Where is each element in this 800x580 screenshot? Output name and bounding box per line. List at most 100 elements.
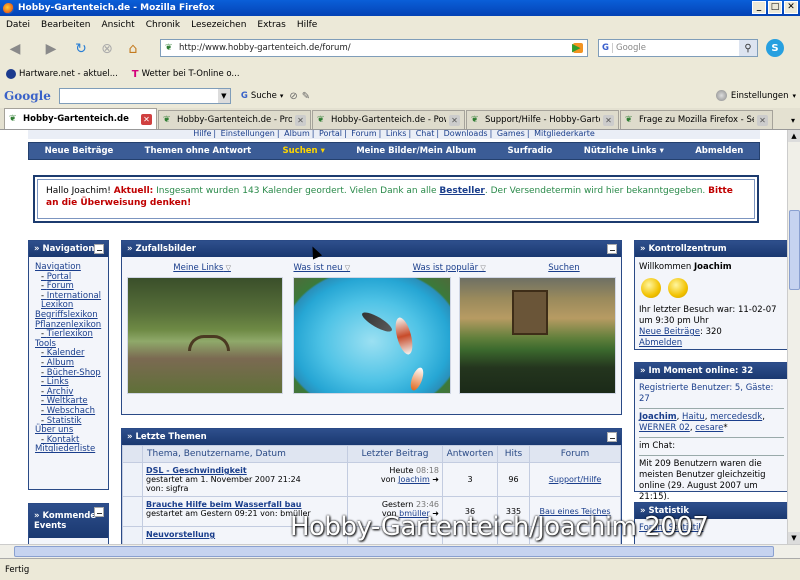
scrollbar-thumb[interactable] — [789, 210, 800, 290]
nav-abmelden[interactable]: Abmelden — [695, 146, 743, 156]
last-post-user-link[interactable]: Joachim — [398, 475, 430, 484]
besteller-link[interactable]: Besteller — [439, 186, 484, 196]
close-tab-icon[interactable]: ✕ — [295, 114, 306, 126]
tab-was-ist-neu[interactable]: Was ist neu — [293, 263, 350, 273]
toplink-chat[interactable]: Chat — [416, 130, 435, 138]
garden-pond-bridge-image[interactable] — [127, 277, 283, 394]
google-settings-button[interactable]: Einstellungen ▾ — [715, 90, 796, 101]
menu-bearbeiten[interactable]: Bearbeiten — [41, 20, 90, 30]
tab-firefox-question[interactable]: ❦ Frage zu Mozilla Firefox - Sei...✕ — [620, 110, 773, 129]
nav-suchen[interactable]: Suchen ▾ — [283, 146, 325, 156]
toolbar-tools-icons[interactable]: ⊘✎ — [289, 91, 314, 102]
back-button[interactable]: ◀ — [4, 38, 26, 60]
close-window-button[interactable]: ✕ — [784, 1, 798, 14]
online-body: Registrierte Benutzer: 5, Gäste: 27 Joac… — [635, 379, 787, 507]
toplink-album[interactable]: Album — [284, 130, 310, 138]
toplink-games[interactable]: Games — [497, 130, 525, 138]
stop-button[interactable]: ⊗ — [96, 38, 118, 60]
close-tab-icon[interactable]: ✕ — [603, 114, 614, 126]
bookmark-tonline[interactable]: T Wetter bei T-Online o... — [132, 69, 240, 80]
vertical-scrollbar[interactable]: ▲ ▼ — [787, 130, 800, 544]
scroll-down-icon[interactable]: ▼ — [788, 532, 800, 544]
reload-button[interactable]: ↻ — [70, 38, 92, 60]
nav-surfradio[interactable]: Surfradio — [508, 146, 553, 156]
toplink-mitgliederkarte[interactable]: Mitgliederkarte — [534, 130, 595, 138]
kontrollzentrum-header: » Kontrollzentrum — [635, 241, 787, 257]
sidebar-item[interactable]: Mitgliederliste — [35, 445, 102, 455]
nav-neue-beitraege[interactable]: Neue Beiträge — [45, 146, 114, 156]
minimize-icon[interactable] — [94, 244, 104, 254]
forward-button[interactable]: ▶ — [40, 38, 62, 60]
google-toolbar-search-input[interactable]: ▼ — [58, 88, 231, 104]
online-user-link[interactable]: Joachim — [639, 412, 677, 422]
online-user-link[interactable]: WERNER 02 — [639, 423, 690, 433]
horizontal-scrollbar[interactable] — [0, 544, 800, 558]
menu-bar: Datei Bearbeiten Ansicht Chronik Lesezei… — [0, 16, 800, 34]
close-tab-icon[interactable]: ✕ — [757, 114, 768, 126]
thread-title-link[interactable]: Brauche Hilfe beim Wasserfall bau — [146, 500, 344, 509]
nav-nuetzliche-links[interactable]: Nützliche Links ▾ — [584, 146, 664, 156]
toplink-portal[interactable]: Portal — [319, 130, 342, 138]
tab-hobby-gartenteich[interactable]: ❦ Hobby-Gartenteich.de ✕ — [4, 108, 157, 129]
close-tab-icon[interactable]: ✕ — [449, 114, 460, 126]
minimize-icon[interactable] — [94, 507, 104, 517]
garden-pond-house-image[interactable] — [459, 277, 616, 394]
tab-power[interactable]: ❦ Hobby-Gartenteich.de - Pow... ✕ — [312, 110, 465, 129]
online-user-link[interactable]: Haitu — [682, 412, 705, 422]
search-box[interactable]: G Google ⚲ — [598, 39, 758, 57]
scroll-up-icon[interactable]: ▲ — [788, 130, 800, 142]
new-posts-link[interactable]: Neue Beiträge — [639, 327, 700, 337]
tab-list-chevron-icon[interactable]: ▾ — [786, 111, 800, 130]
menu-ansicht[interactable]: Ansicht — [101, 20, 134, 30]
nav-meine-bilder[interactable]: Meine Bilder/Mein Album — [356, 146, 476, 156]
forum-link[interactable]: Support/Hilfe — [549, 475, 602, 484]
nav-themen-ohne-antwort[interactable]: Themen ohne Antwort — [145, 146, 252, 156]
search-icon[interactable]: ⚲ — [739, 40, 757, 56]
menu-hilfe[interactable]: Hilfe — [297, 20, 317, 30]
toplink-einstellungen[interactable]: Einstellungen — [221, 130, 275, 138]
tab-was-ist-populaer[interactable]: Was ist populär — [413, 263, 486, 273]
goto-last-post-icon[interactable]: ➜ — [432, 475, 439, 484]
toplink-hilfe[interactable]: Hilfe — [193, 130, 211, 138]
tab-profile[interactable]: ❦ Hobby-Gartenteich.de - Prof... ✕ — [158, 110, 311, 129]
bookmark-hartware[interactable]: Hartware.net - aktuel... — [6, 69, 118, 79]
scrollbar-thumb[interactable] — [14, 546, 774, 557]
tonline-icon: T — [131, 68, 139, 80]
online-user-link[interactable]: cesare — [695, 423, 723, 433]
thread-title-link[interactable]: DSL - Geschwindigkeit — [146, 466, 344, 475]
sidebar-item[interactable]: International Lexikon — [35, 291, 102, 311]
answers-cell: 3 — [442, 462, 498, 497]
home-button[interactable]: ⌂ — [122, 38, 144, 60]
menu-extras[interactable]: Extras — [257, 20, 285, 30]
column-antworten: Antworten — [442, 445, 498, 463]
url-bar[interactable]: ❦ http://www.hobby-gartenteich.de/forum/ — [160, 39, 588, 57]
minimize-button[interactable]: _ — [752, 1, 766, 14]
google-search-button[interactable]: G Suche ▾ — [241, 91, 284, 101]
minimize-icon[interactable] — [607, 244, 617, 254]
logout-link[interactable]: Abmelden — [639, 338, 682, 348]
toplink-links[interactable]: Links — [386, 130, 407, 138]
menu-datei[interactable]: Datei — [6, 20, 30, 30]
chevron-down-icon[interactable]: ▼ — [217, 89, 230, 103]
tab-support[interactable]: ❦ Support/Hilfe - Hobby-Garte... ✕ — [466, 110, 619, 129]
thread-icon — [122, 526, 143, 544]
tab-label: Frage zu Mozilla Firefox - Sei... — [639, 115, 754, 125]
menu-lesezeichen[interactable]: Lesezeichen — [191, 20, 246, 30]
online-user-link[interactable]: mercedesdk — [710, 412, 762, 422]
toplink-downloads[interactable]: Downloads — [444, 130, 488, 138]
skype-icon[interactable]: S — [766, 39, 784, 57]
minimize-icon[interactable] — [607, 432, 617, 442]
window-controls: _ □ ✕ — [752, 1, 798, 14]
koi-pool-image[interactable] — [293, 277, 451, 394]
close-tab-icon[interactable]: ✕ — [141, 113, 152, 125]
maximize-button[interactable]: □ — [768, 1, 782, 14]
toplink-forum[interactable]: Forum — [351, 130, 376, 138]
menu-chronik[interactable]: Chronik — [146, 20, 180, 30]
chevron-down-icon: ▾ — [279, 92, 284, 100]
go-button[interactable]: ▶ — [572, 41, 580, 54]
tab-meine-links[interactable]: Meine Links — [173, 263, 231, 273]
last-post-day: Heute — [389, 466, 414, 475]
google-engine-icon[interactable]: G — [599, 43, 613, 53]
navigation-panel-header: » Navigation — [29, 241, 108, 257]
tab-suchen[interactable]: Suchen — [548, 263, 579, 273]
